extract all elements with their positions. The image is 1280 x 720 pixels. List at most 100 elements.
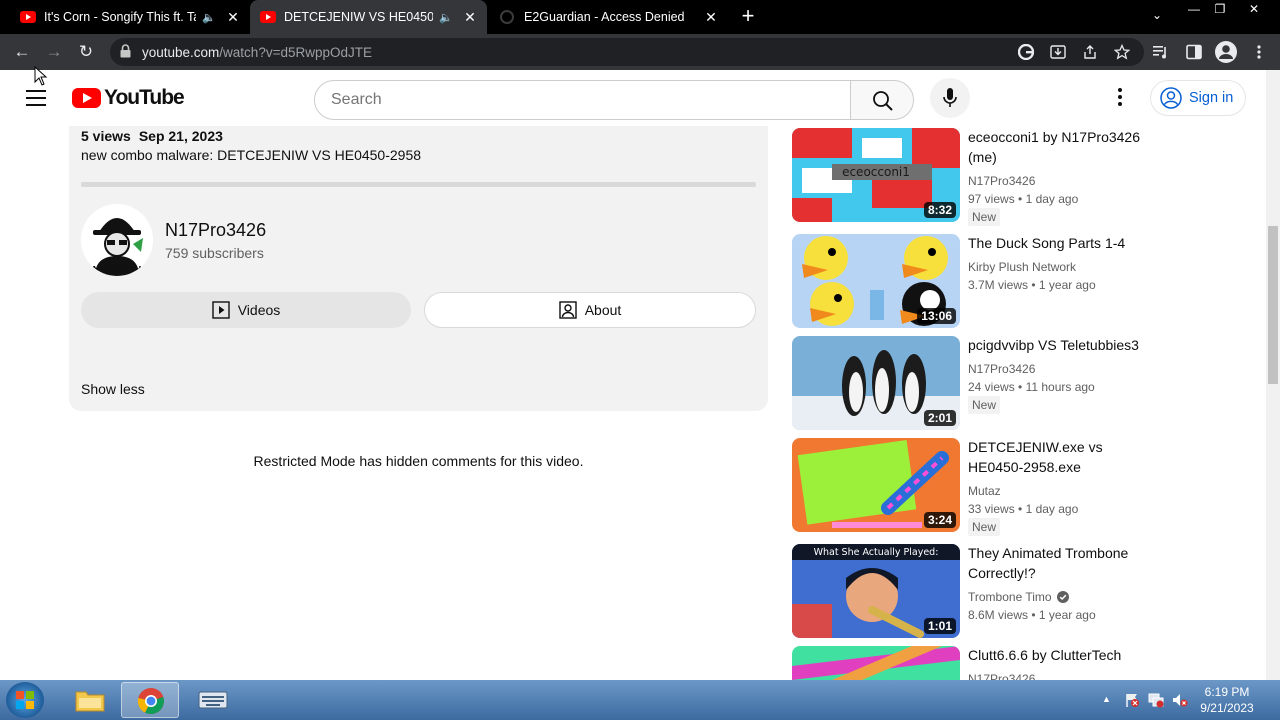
- tab-title: E2Guardian - Access Denied: [524, 10, 685, 24]
- youtube-play-icon: [72, 88, 101, 108]
- new-tab-button[interactable]: +: [738, 5, 758, 28]
- profile-icon[interactable]: [1214, 40, 1238, 64]
- video-channel[interactable]: N17Pro3426: [968, 174, 1035, 188]
- back-button[interactable]: ←: [10, 40, 34, 64]
- video-thumbnail[interactable]: 2:01: [792, 336, 960, 430]
- share-icon[interactable]: [1082, 44, 1098, 60]
- video-channel[interactable]: Mutaz: [968, 484, 1001, 498]
- view-count: 5 views: [81, 128, 131, 144]
- close-window-button[interactable]: ✕: [1244, 0, 1264, 18]
- chrome-taskbar-button[interactable]: [121, 682, 179, 718]
- restore-button[interactable]: ❐: [1210, 0, 1230, 18]
- browser-toolbar: ← → ↻ youtube.com/watch?v=d5RwppOdJTE: [0, 34, 1280, 70]
- keyboard-taskbar-button[interactable]: [184, 682, 242, 718]
- channel-avatar[interactable]: N17PRO3H: [81, 204, 153, 276]
- video-title[interactable]: eceocconi1 by N17Pro3426 (me): [968, 127, 1158, 167]
- search-button[interactable]: [850, 80, 914, 120]
- tab-title: It's Corn - Songify This ft. Tariq: [44, 10, 196, 24]
- browser-tab-strip: It's Corn - Songify This ft. Tariq 🔈 ✕ D…: [0, 0, 1280, 34]
- url-path: /watch?v=d5RwppOdJTE: [219, 45, 372, 60]
- chrome-icon: [137, 688, 164, 715]
- close-tab-icon[interactable]: ✕: [226, 9, 240, 26]
- video-channel[interactable]: N17Pro3426: [968, 672, 1035, 680]
- mouse-cursor-icon: [34, 66, 48, 86]
- logo-text: YouTube: [104, 86, 185, 109]
- tab-e2guardian[interactable]: E2Guardian - Access Denied ✕: [490, 0, 728, 34]
- views: 33 views: [968, 502, 1015, 516]
- menu-icon[interactable]: [1252, 44, 1266, 60]
- video-title[interactable]: Clutt6.6.6 by ClutterTech: [968, 645, 1158, 665]
- sidepanel-icon[interactable]: [1186, 44, 1202, 60]
- video-channel[interactable]: Trombone Timo: [968, 590, 1069, 604]
- search-input[interactable]: [314, 80, 851, 120]
- show-less-button[interactable]: Show less: [81, 381, 145, 397]
- network-icon[interactable]: [1148, 692, 1164, 708]
- tab-search-chevron-icon[interactable]: ⌄: [1152, 8, 1162, 22]
- forward-button[interactable]: →: [42, 40, 66, 64]
- account-box-icon: [559, 301, 577, 319]
- upload-date: Sep 21, 2023: [138, 128, 223, 144]
- action-center-flag-icon[interactable]: [1124, 692, 1140, 708]
- duration-badge: 1:01: [923, 618, 956, 634]
- explorer-taskbar-button[interactable]: [60, 682, 118, 718]
- sign-in-button[interactable]: Sign in: [1150, 80, 1246, 116]
- tray-expand-icon[interactable]: ▲: [1102, 694, 1111, 704]
- video-title[interactable]: The Duck Song Parts 1-4: [968, 233, 1158, 253]
- video-title[interactable]: They Animated Trombone Correctly!?: [968, 543, 1158, 583]
- microphone-icon: [943, 88, 957, 107]
- close-tab-icon[interactable]: ✕: [463, 9, 477, 26]
- google-icon[interactable]: [1018, 44, 1034, 60]
- minimize-button[interactable]: —: [1184, 0, 1204, 18]
- thumbnail-caption: What She Actually Played:: [814, 547, 939, 558]
- video-thumbnail[interactable]: 3:24: [792, 438, 960, 532]
- star-icon[interactable]: [1114, 44, 1130, 60]
- video-meta: 5 views Sep 21, 2023: [81, 128, 223, 144]
- video-thumbnail[interactable]: eceocconi1 8:32: [792, 128, 960, 222]
- video-title[interactable]: DETCEJENIW.exe vs HE0450-2958.exe: [968, 437, 1158, 477]
- close-tab-icon[interactable]: ✕: [704, 9, 718, 26]
- video-channel[interactable]: Kirby Plush Network: [968, 260, 1076, 274]
- scrollbar-thumb[interactable]: [1268, 226, 1278, 384]
- screen: It's Corn - Songify This ft. Tariq 🔈 ✕ D…: [0, 0, 1280, 720]
- video-thumbnail[interactable]: [792, 646, 960, 680]
- duration-badge: 13:06: [917, 308, 956, 324]
- settings-more-icon[interactable]: [1110, 88, 1130, 108]
- duration-badge: 3:24: [923, 512, 956, 528]
- hamburger-menu-icon[interactable]: [26, 90, 46, 106]
- video-title[interactable]: pcigdvvibp VS Teletubbies3: [968, 335, 1158, 355]
- taskbar-clock[interactable]: 6:19 PM 9/21/2023: [1196, 684, 1258, 716]
- sign-in-label: Sign in: [1189, 90, 1234, 106]
- start-button[interactable]: [6, 682, 44, 718]
- video-thumbnail[interactable]: 13:06: [792, 234, 960, 328]
- on-screen-keyboard-icon: [198, 691, 228, 709]
- speaker-icon[interactable]: 🔈: [202, 11, 216, 24]
- videos-button[interactable]: Videos: [81, 292, 411, 328]
- youtube-favicon-icon: [260, 11, 276, 23]
- video-channel[interactable]: N17Pro3426: [968, 362, 1035, 376]
- views: 97 views: [968, 192, 1015, 206]
- comments-restricted-notice: Restricted Mode has hidden comments for …: [253, 453, 584, 469]
- install-icon[interactable]: [1050, 44, 1066, 60]
- voice-search-button[interactable]: [930, 78, 970, 118]
- lock-icon[interactable]: [120, 44, 131, 58]
- tab-detcejeniw[interactable]: DETCEJENIW VS HE0450-2958 🔈 ✕: [250, 0, 487, 34]
- channel-name[interactable]: N17Pro3426: [165, 220, 266, 241]
- clock-time: 6:19 PM: [1204, 685, 1250, 699]
- speaker-icon[interactable]: 🔈: [439, 11, 453, 24]
- youtube-logo[interactable]: YouTube: [72, 86, 185, 109]
- windows-taskbar: ▲ 6:19 PM 9/21/2023: [0, 680, 1280, 720]
- video-stats: 24 views • 11 hours ago: [968, 380, 1095, 394]
- tab-corn[interactable]: It's Corn - Songify This ft. Tariq 🔈 ✕: [10, 0, 250, 34]
- youtube-favicon-icon: [20, 11, 36, 23]
- media-icon[interactable]: [1152, 44, 1170, 60]
- age: 1 year ago: [1038, 608, 1096, 622]
- video-thumbnail[interactable]: What She Actually Played: 1:01: [792, 544, 960, 638]
- new-badge: New: [968, 396, 1001, 414]
- url-text[interactable]: youtube.com/watch?v=d5RwppOdJTE: [142, 45, 372, 60]
- about-button[interactable]: About: [424, 292, 756, 328]
- videos-label: Videos: [237, 302, 281, 318]
- reload-button[interactable]: ↻: [74, 40, 98, 64]
- volume-muted-icon[interactable]: [1172, 692, 1188, 708]
- verified-check-icon: [1056, 591, 1069, 603]
- address-bar[interactable]: youtube.com/watch?v=d5RwppOdJTE: [110, 38, 1144, 66]
